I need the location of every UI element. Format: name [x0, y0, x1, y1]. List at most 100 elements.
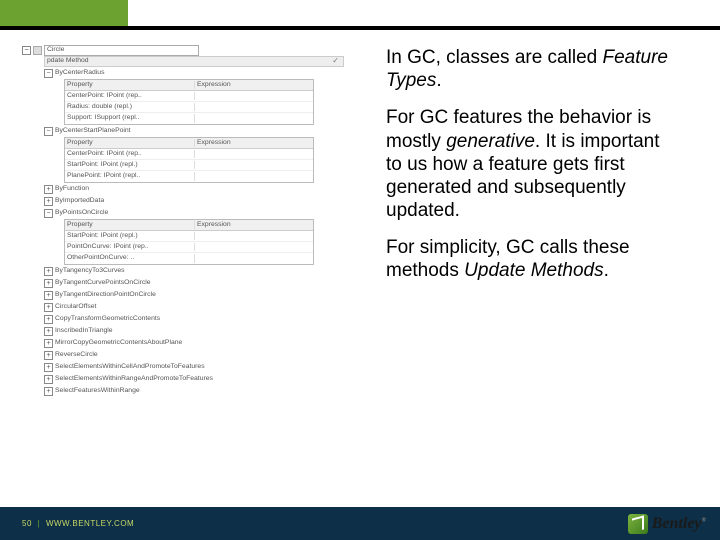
prop-name: Radius: double (repl.): [65, 103, 195, 112]
col-expression: Expression: [195, 139, 313, 148]
p-em: generative: [446, 131, 535, 152]
root-label-text: Circle: [47, 46, 64, 55]
logo-mark-icon: [628, 514, 648, 534]
logo-word: Bentley: [652, 515, 702, 532]
method-label: ByTangencyTo3Curves: [55, 267, 125, 276]
page-info: 50 | WWW.BENTLEY.COM: [0, 519, 134, 528]
root-label[interactable]: Circle: [44, 45, 199, 56]
paragraph: For GC features the behavior is mostly g…: [386, 106, 680, 222]
method-row[interactable]: +CircularOffset: [44, 301, 380, 313]
collapse-icon[interactable]: −: [44, 209, 53, 218]
table-row[interactable]: CenterPoint: IPoint (rep..: [65, 91, 313, 102]
collapse-icon[interactable]: −: [22, 46, 31, 55]
top-bar: [0, 0, 720, 30]
expand-icon[interactable]: +: [44, 327, 53, 336]
property-table: Property Expression CenterPoint: IPoint …: [64, 79, 314, 125]
col-property: Property: [65, 139, 195, 148]
separator: |: [35, 519, 44, 528]
section-label: ByCenterStartPlanePoint: [55, 127, 131, 136]
paragraph: In GC, classes are called Feature Types.: [386, 46, 680, 92]
method-label: ByTangentDirectionPointOnCircle: [55, 291, 156, 300]
prop-name: StartPoint: IPoint (repl.): [65, 232, 195, 241]
method-row[interactable]: +ReverseCircle: [44, 349, 380, 361]
table-row[interactable]: StartPoint: IPoint (repl.): [65, 160, 313, 171]
expand-icon[interactable]: +: [44, 363, 53, 372]
method-row[interactable]: +SelectFeaturesWithinRange: [44, 385, 380, 397]
update-method-band[interactable]: pdate Method ✓: [44, 56, 344, 67]
table-header: Property Expression: [65, 138, 313, 149]
paragraph: For simplicity, GC calls these methods U…: [386, 236, 680, 282]
expand-icon[interactable]: +: [44, 267, 53, 276]
method-label: SelectElementsWithinCellAndPromoteToFeat…: [55, 363, 205, 372]
table-row[interactable]: PointOnCurve: IPoint (rep..: [65, 242, 313, 253]
col-expression: Expression: [195, 81, 313, 90]
method-label: ReverseCircle: [55, 351, 98, 360]
method-row[interactable]: +ByTangentCurvePointsOnCircle: [44, 277, 380, 289]
page-number: 50: [22, 519, 32, 528]
bentley-logo: Bentley®: [628, 514, 706, 534]
property-table: Property Expression StartPoint: IPoint (…: [64, 219, 314, 265]
method-label: CopyTransformGeometricContents: [55, 315, 160, 324]
method-row[interactable]: +SelectElementsWithinCellAndPromoteToFea…: [44, 361, 380, 373]
expand-icon[interactable]: +: [44, 315, 53, 324]
check-icon: ✓: [332, 56, 339, 66]
expand-icon[interactable]: +: [44, 291, 53, 300]
method-row[interactable]: −ByPointsOnCircle: [44, 207, 380, 219]
expand-icon[interactable]: +: [44, 197, 53, 206]
expand-icon[interactable]: +: [44, 303, 53, 312]
table-row[interactable]: Radius: double (repl.): [65, 102, 313, 113]
col-expression: Expression: [195, 221, 313, 230]
expand-icon[interactable]: +: [44, 387, 53, 396]
expand-icon[interactable]: +: [44, 279, 53, 288]
footer-bar: 50 | WWW.BENTLEY.COM Bentley®: [0, 507, 720, 540]
logo-tm: ®: [702, 518, 706, 524]
table-row[interactable]: StartPoint: IPoint (repl.): [65, 231, 313, 242]
prop-name: OtherPointOnCurve: ..: [65, 254, 195, 263]
section-row[interactable]: − ByCenterRadius: [44, 67, 380, 79]
property-table: Property Expression CenterPoint: IPoint …: [64, 137, 314, 183]
p-text: .: [604, 260, 609, 281]
expand-icon[interactable]: +: [44, 339, 53, 348]
method-row[interactable]: +ByTangencyTo3Curves: [44, 265, 380, 277]
prop-name: PlanePoint: IPoint (repl..: [65, 172, 195, 181]
table-header: Property Expression: [65, 220, 313, 231]
feature-icon: [33, 46, 42, 55]
method-label: SelectElementsWithinRangeAndPromoteToFea…: [55, 375, 213, 384]
method-row[interactable]: +ByFunction: [44, 183, 380, 195]
prop-name: StartPoint: IPoint (repl.): [65, 161, 195, 170]
section-label: ByCenterRadius: [55, 69, 105, 78]
method-row[interactable]: +ByTangentDirectionPointOnCircle: [44, 289, 380, 301]
method-row[interactable]: +InscribedInTriangle: [44, 325, 380, 337]
method-row[interactable]: +SelectElementsWithinRangeAndPromoteToFe…: [44, 373, 380, 385]
section-row[interactable]: − ByCenterStartPlanePoint: [44, 125, 380, 137]
table-row[interactable]: Support: ISupport (repl..: [65, 113, 313, 124]
content-area: − Circle pdate Method ✓ − ByCenterRadius…: [0, 40, 720, 490]
method-row[interactable]: +CopyTransformGeometricContents: [44, 313, 380, 325]
prop-name: CenterPoint: IPoint (rep..: [65, 150, 195, 159]
method-band-text: pdate Method: [47, 57, 89, 66]
slide: − Circle pdate Method ✓ − ByCenterRadius…: [0, 0, 720, 540]
method-label: CircularOffset: [55, 303, 96, 312]
method-label: ByTangentCurvePointsOnCircle: [55, 279, 151, 288]
expand-icon[interactable]: +: [44, 375, 53, 384]
method-row[interactable]: +MirrorCopyGeometricContentsAboutPlane: [44, 337, 380, 349]
table-row[interactable]: OtherPointOnCurve: ..: [65, 253, 313, 264]
expand-icon[interactable]: +: [44, 351, 53, 360]
collapse-icon[interactable]: −: [44, 69, 53, 78]
prop-name: Support: ISupport (repl..: [65, 114, 195, 123]
method-label: ByImportedData: [55, 197, 104, 206]
col-property: Property: [65, 81, 195, 90]
method-label: SelectFeaturesWithinRange: [55, 387, 140, 396]
logo-text: Bentley®: [652, 515, 706, 533]
method-label: ByPointsOnCircle: [55, 209, 108, 218]
expand-icon[interactable]: +: [44, 185, 53, 194]
table-row[interactable]: PlanePoint: IPoint (repl..: [65, 171, 313, 182]
p-em: Update Methods: [464, 260, 603, 281]
prop-name: CenterPoint: IPoint (rep..: [65, 92, 195, 101]
prop-name: PointOnCurve: IPoint (rep..: [65, 243, 195, 252]
table-row[interactable]: CenterPoint: IPoint (rep..: [65, 149, 313, 160]
collapse-icon[interactable]: −: [44, 127, 53, 136]
tree-root-row[interactable]: − Circle: [22, 44, 380, 56]
col-property: Property: [65, 221, 195, 230]
method-row[interactable]: +ByImportedData: [44, 195, 380, 207]
